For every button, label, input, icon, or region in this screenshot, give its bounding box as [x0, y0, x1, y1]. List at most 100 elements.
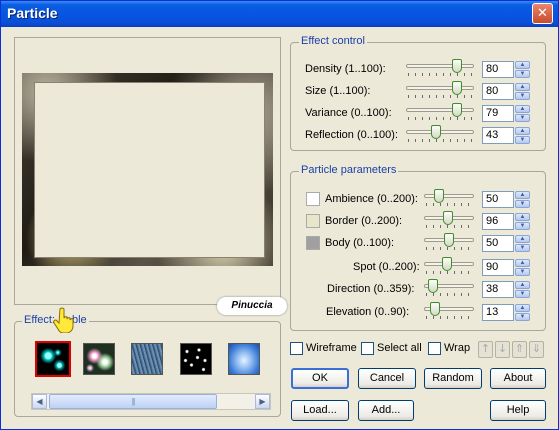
value-input[interactable]: 90	[482, 259, 514, 276]
spin-buttons[interactable]: ▲ ▼	[515, 127, 530, 144]
spin-down-icon[interactable]: ▼	[515, 222, 530, 230]
wireframe-label: Wireframe	[306, 342, 357, 354]
glow-effect-thumb[interactable]	[83, 343, 115, 375]
preview-canvas	[34, 82, 265, 258]
value-input[interactable]: 38	[482, 281, 514, 298]
slider-ticks	[426, 225, 472, 228]
select-all-checkbox[interactable]	[361, 342, 374, 355]
effect-scrollbar[interactable]: ◀ ||| ▶	[31, 393, 271, 410]
window-title: Particle	[7, 5, 58, 21]
about-button[interactable]: About	[490, 368, 546, 389]
color-swatch[interactable]	[306, 192, 320, 206]
spin-buttons[interactable]: ▲ ▼	[515, 213, 530, 230]
slider-thumb[interactable]	[434, 189, 444, 203]
parameter-label: Spot (0..200):	[353, 261, 420, 273]
spin-up-icon[interactable]: ▲	[515, 281, 530, 289]
slider-track[interactable]	[406, 108, 474, 112]
wireframe-checkbox[interactable]	[290, 342, 303, 355]
value-input[interactable]: 43	[482, 127, 514, 144]
slider-track[interactable]	[406, 86, 474, 90]
effect-legend-prefix: Effect:	[24, 314, 55, 326]
value-input[interactable]: 96	[482, 213, 514, 230]
parameter-label: Direction (0..359):	[327, 283, 415, 295]
spin-up-icon[interactable]: ▲	[515, 191, 530, 199]
spin-buttons[interactable]: ▲ ▼	[515, 281, 530, 298]
spin-buttons[interactable]: ▲ ▼	[515, 61, 530, 78]
scroll-thumb[interactable]: |||	[49, 394, 217, 409]
wrap-checkbox[interactable]	[428, 342, 441, 355]
add-button[interactable]: Add...	[358, 400, 414, 421]
slider-thumb[interactable]	[443, 211, 454, 225]
slider-ticks	[426, 203, 472, 206]
scroll-right-button[interactable]: ▶	[255, 394, 270, 409]
help-button[interactable]: Help	[490, 400, 546, 421]
slider-thumb[interactable]	[451, 103, 462, 117]
parameter-label: Body (0..100):	[325, 237, 395, 249]
spin-up-icon[interactable]: ▲	[515, 127, 530, 135]
slider-ticks	[408, 73, 472, 76]
select-all-label: Select all	[377, 342, 422, 354]
value-input[interactable]: 50	[482, 191, 514, 208]
spin-down-icon[interactable]: ▼	[515, 92, 530, 100]
stars-effect-thumb[interactable]	[180, 343, 212, 375]
spin-down-icon[interactable]: ▼	[515, 244, 530, 252]
slider-track[interactable]	[406, 64, 474, 68]
close-button[interactable]: ✕	[532, 3, 553, 24]
spin-buttons[interactable]: ▲ ▼	[515, 235, 530, 252]
slider-ticks	[426, 271, 472, 274]
slider-thumb[interactable]	[444, 233, 454, 247]
spin-up-icon[interactable]: ▲	[515, 259, 530, 267]
slider-thumb[interactable]	[428, 279, 439, 293]
spin-down-icon[interactable]: ▼	[515, 313, 530, 321]
spin-up-icon[interactable]: ▲	[515, 213, 530, 221]
spin-down-icon[interactable]: ▼	[515, 200, 530, 208]
spin-buttons[interactable]: ▲ ▼	[515, 259, 530, 276]
value-input[interactable]: 80	[482, 61, 514, 78]
move-up-button[interactable]: ↑	[478, 341, 493, 358]
move-down-button[interactable]: ↓	[495, 341, 510, 358]
slider-thumb[interactable]	[452, 81, 463, 95]
spin-down-icon[interactable]: ▼	[515, 136, 530, 144]
spin-up-icon[interactable]: ▲	[515, 235, 530, 243]
value-input[interactable]: 80	[482, 83, 514, 100]
spin-buttons[interactable]: ▲ ▼	[515, 304, 530, 321]
spin-down-icon[interactable]: ▼	[515, 268, 530, 276]
title-bar[interactable]: Particle ✕	[1, 1, 558, 27]
bubble-effect-thumb[interactable]	[35, 341, 71, 377]
spin-buttons[interactable]: ▲ ▼	[515, 105, 530, 122]
load-button[interactable]: Load...	[291, 400, 349, 421]
slider-ticks	[426, 247, 472, 250]
spin-up-icon[interactable]: ▲	[515, 83, 530, 91]
rain-effect-thumb[interactable]	[131, 343, 163, 375]
value-input[interactable]: 13	[482, 304, 514, 321]
spin-down-icon[interactable]: ▼	[515, 114, 530, 122]
slider-ticks	[408, 95, 472, 98]
slider-thumb[interactable]	[430, 125, 441, 139]
preview-image	[22, 73, 273, 266]
spin-up-icon[interactable]: ▲	[515, 105, 530, 113]
watermark: Pinuccia	[217, 297, 287, 315]
spin-buttons[interactable]: ▲ ▼	[515, 191, 530, 208]
random-button[interactable]: Random	[424, 368, 482, 389]
sky-effect-thumb[interactable]	[228, 343, 260, 375]
spin-up-icon[interactable]: ▲	[515, 304, 530, 312]
parameter-label: Ambience (0..200):	[325, 193, 418, 205]
cancel-button[interactable]: Cancel	[358, 368, 416, 389]
spin-down-icon[interactable]: ▼	[515, 70, 530, 78]
scroll-left-button[interactable]: ◀	[32, 394, 47, 409]
slider-thumb[interactable]	[452, 59, 463, 73]
move-top-button[interactable]: ⇑	[512, 341, 527, 358]
value-input[interactable]: 50	[482, 235, 514, 252]
value-input[interactable]: 79	[482, 105, 514, 122]
slider-track[interactable]	[424, 194, 474, 198]
move-bottom-button[interactable]: ⇓	[529, 341, 544, 358]
close-icon: ✕	[537, 6, 548, 21]
spin-down-icon[interactable]: ▼	[515, 290, 530, 298]
spin-buttons[interactable]: ▲ ▼	[515, 83, 530, 100]
spin-up-icon[interactable]: ▲	[515, 61, 530, 69]
ok-button[interactable]: OK	[291, 368, 349, 389]
color-swatch[interactable]	[306, 214, 320, 228]
slider-thumb[interactable]	[429, 302, 440, 316]
slider-thumb[interactable]	[442, 257, 452, 271]
color-swatch[interactable]	[306, 236, 320, 250]
